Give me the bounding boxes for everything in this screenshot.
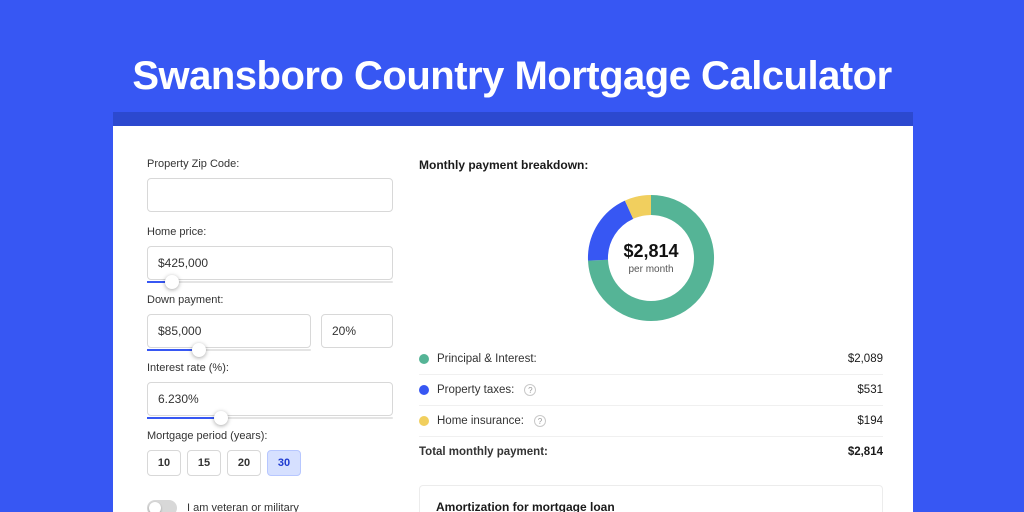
legend-row-pi: Principal & Interest: $2,089 — [419, 344, 883, 375]
period-option-10[interactable]: 10 — [147, 450, 181, 476]
legend-row-tax: Property taxes: ? $531 — [419, 375, 883, 406]
interest-rate-label: Interest rate (%): — [147, 362, 393, 374]
zip-label: Property Zip Code: — [147, 158, 393, 170]
period-option-30[interactable]: 30 — [267, 450, 301, 476]
period-option-20[interactable]: 20 — [227, 450, 261, 476]
interest-rate-slider-fill — [147, 417, 221, 419]
breakdown-column: Monthly payment breakdown: $2,814 per mo… — [419, 152, 883, 512]
legend-tax-value: $531 — [857, 384, 883, 396]
mortgage-period-label: Mortgage period (years): — [147, 430, 393, 442]
down-payment-slider[interactable] — [147, 349, 311, 351]
swatch-blue-icon — [419, 385, 429, 395]
home-price-slider-handle[interactable] — [165, 275, 179, 289]
down-payment-input[interactable] — [147, 314, 311, 348]
mortgage-period-group: 10 15 20 30 — [147, 450, 393, 476]
veteran-toggle-knob — [149, 502, 161, 512]
payment-donut-chart: $2,814 per month — [581, 188, 721, 328]
veteran-label: I am veteran or military — [187, 502, 299, 512]
legend-total-label: Total monthly payment: — [419, 446, 548, 458]
info-icon[interactable]: ? — [534, 415, 546, 427]
swatch-green-icon — [419, 354, 429, 364]
info-icon[interactable]: ? — [524, 384, 536, 396]
down-payment-pct-input[interactable] — [321, 314, 393, 348]
form-column: Property Zip Code: Home price: Down paym… — [147, 152, 393, 512]
legend-total-value: $2,814 — [848, 446, 883, 458]
down-payment-label: Down payment: — [147, 294, 393, 306]
legend-ins-value: $194 — [857, 415, 883, 427]
legend-tax-label: Property taxes: — [437, 384, 514, 396]
interest-rate-slider[interactable] — [147, 417, 393, 419]
legend-ins-label: Home insurance: — [437, 415, 524, 427]
interest-rate-slider-handle[interactable] — [214, 411, 228, 425]
legend: Principal & Interest: $2,089 Property ta… — [419, 344, 883, 467]
amortization-title: Amortization for mortgage loan — [436, 500, 866, 512]
legend-pi-label: Principal & Interest: — [437, 353, 537, 365]
swatch-yellow-icon — [419, 416, 429, 426]
zip-input[interactable] — [147, 178, 393, 212]
breakdown-title: Monthly payment breakdown: — [419, 158, 883, 172]
home-price-label: Home price: — [147, 226, 393, 238]
veteran-toggle[interactable] — [147, 500, 177, 512]
banner-strip — [113, 112, 913, 126]
page-title: Swansboro Country Mortgage Calculator — [0, 0, 1024, 99]
amortization-card: Amortization for mortgage loan Amortizat… — [419, 485, 883, 512]
legend-row-ins: Home insurance: ? $194 — [419, 406, 883, 437]
donut-center-amount: $2,814 — [623, 241, 678, 262]
period-option-15[interactable]: 15 — [187, 450, 221, 476]
home-price-slider[interactable] — [147, 281, 393, 283]
calculator-card: Property Zip Code: Home price: Down paym… — [113, 126, 913, 512]
interest-rate-input[interactable] — [147, 382, 393, 416]
down-payment-slider-handle[interactable] — [192, 343, 206, 357]
legend-pi-value: $2,089 — [848, 353, 883, 365]
home-price-input[interactable] — [147, 246, 393, 280]
legend-row-total: Total monthly payment: $2,814 — [419, 437, 883, 467]
donut-center-sublabel: per month — [628, 264, 673, 275]
